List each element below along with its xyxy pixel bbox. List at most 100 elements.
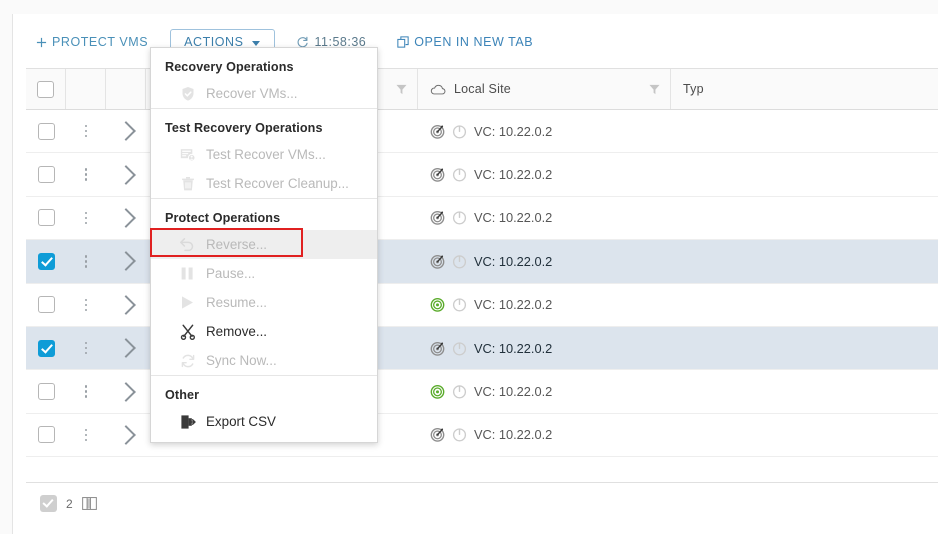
row-checkbox[interactable] xyxy=(38,166,55,183)
pause-icon xyxy=(179,265,196,282)
menu-section-title: Test Recovery Operations xyxy=(151,117,377,140)
columns-layout-icon[interactable] xyxy=(82,497,97,510)
menu-item-test-recover-vms: Test Recover VMs... xyxy=(151,140,377,169)
select-all-checkbox[interactable] xyxy=(37,81,54,98)
header-type-label: Typ xyxy=(683,82,704,96)
row-checkbox[interactable] xyxy=(38,296,55,313)
menu-section-title: Other xyxy=(151,384,377,407)
top-background-strip xyxy=(0,0,938,14)
row-actions-cell[interactable] xyxy=(66,370,106,413)
kebab-icon[interactable] xyxy=(85,299,88,312)
local-site-value: VC: 10.22.0.2 xyxy=(474,297,552,312)
chevron-right-icon[interactable] xyxy=(116,208,136,228)
checkbox-checked-gray-icon[interactable] xyxy=(40,495,57,512)
local-site-value: VC: 10.22.0.2 xyxy=(474,427,552,442)
power-off-icon xyxy=(452,384,467,399)
row-expand-cell[interactable] xyxy=(106,196,146,239)
row-checkbox[interactable] xyxy=(38,426,55,443)
header-select-all-cell[interactable] xyxy=(26,69,66,109)
menu-item-label: Pause... xyxy=(206,266,255,281)
row-expand-cell[interactable] xyxy=(106,153,146,196)
row-select-cell[interactable] xyxy=(26,196,66,239)
menu-item-label: Export CSV xyxy=(206,414,276,429)
row-actions-cell[interactable] xyxy=(66,153,106,196)
menu-item-remove[interactable]: Remove... xyxy=(151,317,377,346)
target-gray-icon xyxy=(430,254,445,269)
target-green-icon xyxy=(430,384,445,399)
chevron-right-icon[interactable] xyxy=(116,121,136,141)
row-select-cell[interactable] xyxy=(26,283,66,326)
row-expand-cell[interactable] xyxy=(106,240,146,283)
row-select-cell[interactable] xyxy=(26,370,66,413)
shield-check-icon xyxy=(179,85,196,102)
row-type-cell xyxy=(671,240,938,283)
kebab-icon[interactable] xyxy=(85,385,88,398)
menu-item-label: Test Recover Cleanup... xyxy=(206,176,349,191)
menu-item-label: Test Recover VMs... xyxy=(206,147,326,162)
open-in-new-tab-button[interactable]: OPEN IN NEW TAB xyxy=(387,29,543,55)
kebab-icon[interactable] xyxy=(85,125,88,138)
local-site-column-filter-icon[interactable] xyxy=(649,84,660,95)
row-select-cell[interactable] xyxy=(26,240,66,283)
header-actions-cell xyxy=(66,69,106,109)
row-actions-cell[interactable] xyxy=(66,110,106,153)
menu-item-label: Reverse... xyxy=(206,237,267,252)
row-select-cell[interactable] xyxy=(26,153,66,196)
chevron-right-icon[interactable] xyxy=(116,382,136,402)
cloud-icon xyxy=(430,83,446,96)
kebab-icon[interactable] xyxy=(85,212,88,225)
kebab-icon[interactable] xyxy=(85,342,88,355)
power-off-icon xyxy=(452,341,467,356)
menu-item-export-csv[interactable]: Export CSV xyxy=(151,407,377,436)
row-actions-cell[interactable] xyxy=(66,196,106,239)
row-select-cell[interactable] xyxy=(26,413,66,456)
header-local-site-label-group: Local Site xyxy=(430,82,511,96)
header-type-cell[interactable]: Typ xyxy=(671,69,938,109)
row-checkbox[interactable] xyxy=(38,209,55,226)
row-local-site-cell: VC: 10.22.0.2 xyxy=(418,110,671,153)
row-actions-cell[interactable] xyxy=(66,240,106,283)
protect-vms-button[interactable]: PROTECT VMS xyxy=(26,29,158,55)
row-checkbox[interactable] xyxy=(38,253,55,270)
protect-vms-label: PROTECT VMS xyxy=(52,35,148,49)
target-gray-icon xyxy=(430,210,445,225)
row-actions-cell[interactable] xyxy=(66,326,106,369)
row-actions-cell[interactable] xyxy=(66,413,106,456)
header-local-site-cell[interactable]: Local Site xyxy=(418,69,671,109)
row-local-site-cell: VC: 10.22.0.2 xyxy=(418,326,671,369)
row-expand-cell[interactable] xyxy=(106,413,146,456)
kebab-icon[interactable] xyxy=(85,429,88,442)
row-expand-cell[interactable] xyxy=(106,283,146,326)
row-checkbox[interactable] xyxy=(38,123,55,140)
row-actions-cell[interactable] xyxy=(66,283,106,326)
chevron-right-icon[interactable] xyxy=(116,425,136,445)
row-type-cell xyxy=(671,110,938,153)
row-expand-cell[interactable] xyxy=(106,370,146,413)
actions-dropdown-menu[interactable]: Recovery OperationsRecover VMs...Test Re… xyxy=(150,47,378,443)
row-local-site-cell: VC: 10.22.0.2 xyxy=(418,413,671,456)
row-expand-cell[interactable] xyxy=(106,326,146,369)
play-icon xyxy=(179,294,196,311)
target-gray-icon xyxy=(430,341,445,356)
chevron-right-icon[interactable] xyxy=(116,165,136,185)
kebab-icon[interactable] xyxy=(85,168,88,181)
row-checkbox[interactable] xyxy=(38,340,55,357)
vm-column-filter-icon[interactable] xyxy=(396,84,407,95)
row-expand-cell[interactable] xyxy=(106,110,146,153)
chevron-right-icon[interactable] xyxy=(116,295,136,315)
kebab-icon[interactable] xyxy=(85,255,88,268)
row-type-cell xyxy=(671,370,938,413)
power-off-icon xyxy=(452,124,467,139)
menu-item-label: Sync Now... xyxy=(206,353,277,368)
chevron-right-icon[interactable] xyxy=(116,338,136,358)
row-checkbox[interactable] xyxy=(38,383,55,400)
row-select-cell[interactable] xyxy=(26,110,66,153)
selected-count: 2 xyxy=(66,497,73,511)
menu-section-title: Protect Operations xyxy=(151,207,377,230)
row-local-site-cell: VC: 10.22.0.2 xyxy=(418,370,671,413)
chevron-right-icon[interactable] xyxy=(116,251,136,271)
menu-section: Test Recovery Operations Test Recover VMs… xyxy=(151,108,377,198)
row-local-site-cell: VC: 10.22.0.2 xyxy=(418,153,671,196)
row-select-cell[interactable] xyxy=(26,326,66,369)
header-local-site-label: Local Site xyxy=(454,82,511,96)
